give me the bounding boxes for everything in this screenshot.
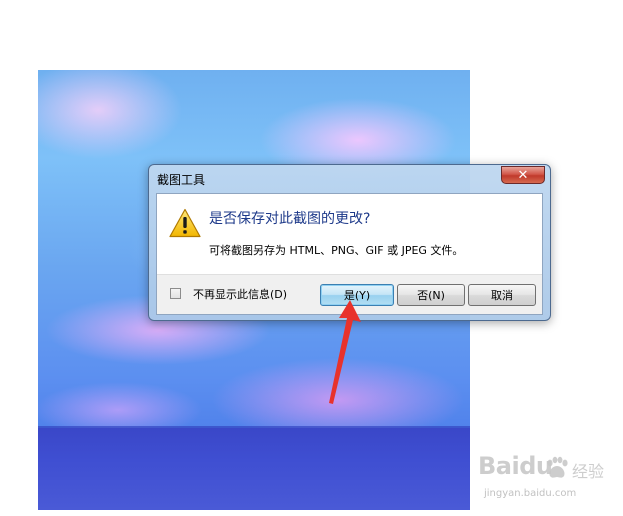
dialog-titlebar[interactable]: 截图工具 ✕	[149, 165, 550, 191]
dialog-description: 可将截图另存为 HTML、PNG、GIF 或 JPEG 文件。	[209, 244, 464, 257]
paw-icon	[547, 456, 568, 478]
watermark-brand: Baidu	[478, 452, 553, 480]
close-button[interactable]: ✕	[501, 166, 545, 184]
warning-icon	[169, 208, 201, 238]
dialog-title: 截图工具	[157, 173, 206, 187]
watermark-url: jingyan.baidu.com	[484, 488, 577, 499]
watermark-sub: 经验	[572, 462, 605, 481]
dont-show-again-label[interactable]: 不再显示此信息(D)	[193, 286, 287, 302]
dont-show-again-checkbox[interactable]	[170, 288, 181, 299]
dialog-footer: 不再显示此信息(D) 是(Y) 否(N) 取消	[157, 274, 542, 314]
screenshot-canvas: 截图工具 ✕ 是否保存对此截图的更改? 可将截图另存为 HTML、PNG、GIF…	[0, 0, 623, 516]
main-instruction: 是否保存对此截图的更改?	[209, 211, 371, 227]
dialog-client-area: 是否保存对此截图的更改? 可将截图另存为 HTML、PNG、GIF 或 JPEG…	[156, 193, 543, 315]
no-button[interactable]: 否(N)	[397, 284, 465, 306]
yes-button[interactable]: 是(Y)	[320, 284, 394, 306]
cancel-button[interactable]: 取消	[468, 284, 536, 306]
save-changes-dialog: 截图工具 ✕ 是否保存对此截图的更改? 可将截图另存为 HTML、PNG、GIF…	[148, 164, 551, 321]
baidu-jingyan-watermark: Baidu 经验 jingyan.baidu.com	[478, 452, 618, 508]
close-icon: ✕	[517, 167, 529, 183]
dialog-content: 是否保存对此截图的更改? 可将截图另存为 HTML、PNG、GIF 或 JPEG…	[157, 194, 542, 274]
sea-area	[38, 428, 470, 510]
